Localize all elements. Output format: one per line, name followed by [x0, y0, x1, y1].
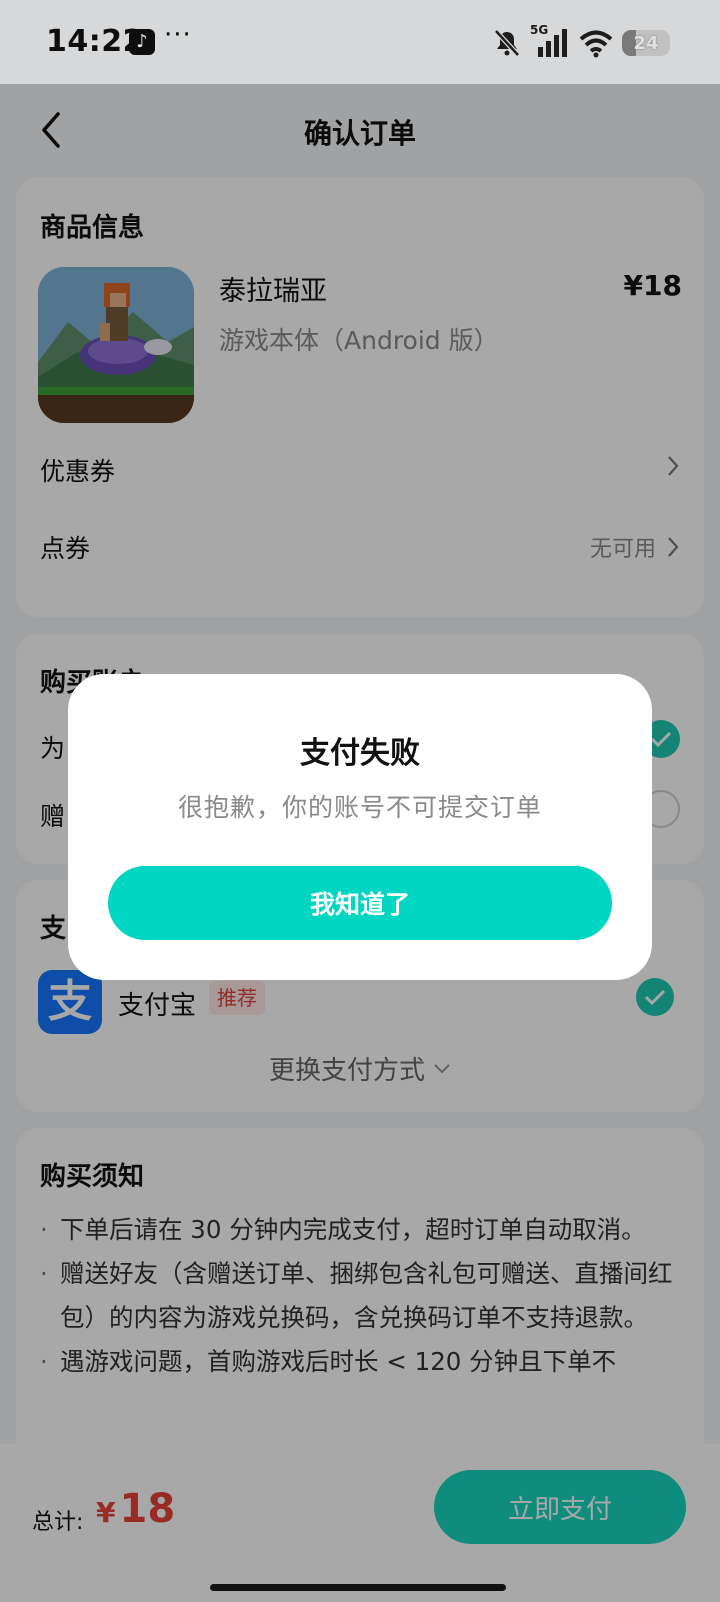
dialog-message: 很抱歉，你的账号不可提交订单	[177, 793, 542, 822]
home-indicator[interactable]	[210, 1584, 506, 1591]
dialog-confirm-button[interactable]: 我知道了	[108, 866, 612, 940]
payment-failed-dialog: 支付失败 很抱歉，你的账号不可提交订单 我知道了	[68, 674, 652, 980]
status-dim-overlay	[0, 0, 720, 84]
dialog-title: 支付失败	[300, 736, 420, 771]
